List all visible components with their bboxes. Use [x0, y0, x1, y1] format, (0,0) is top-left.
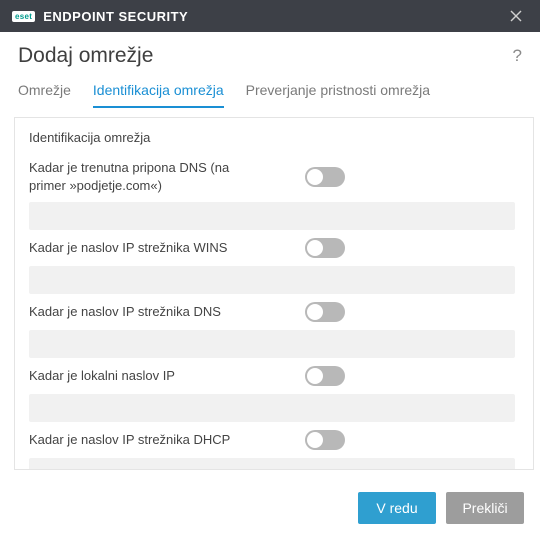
input-dns-suffix[interactable] [29, 202, 515, 230]
input-dns-ip[interactable] [29, 330, 515, 358]
toggle-dhcp-ip[interactable] [305, 430, 345, 450]
tab-network-authentication[interactable]: Preverjanje pristnosti omrežja [246, 76, 430, 108]
row-label: Kadar je trenutna pripona DNS (na primer… [29, 159, 259, 194]
close-icon [510, 10, 522, 22]
toggle-wins-ip[interactable] [305, 238, 345, 258]
row-local-ip: Kadar je lokalni naslov IP [29, 366, 515, 422]
section-title: Identifikacija omrežja [29, 130, 515, 145]
toggle-dns-suffix[interactable] [305, 167, 345, 187]
row-label: Kadar je lokalni naslov IP [29, 367, 175, 385]
row-dns-suffix: Kadar je trenutna pripona DNS (na primer… [29, 159, 515, 230]
dialog-title: Dodaj omrežje [18, 44, 153, 68]
product-name: ENDPOINT SECURITY [43, 9, 188, 24]
row-dhcp-ip: Kadar je naslov IP strežnika DHCP [29, 430, 515, 469]
cancel-button[interactable]: Prekliči [446, 492, 524, 524]
panel-wrap: Identifikacija omrežja Kadar je trenutna… [0, 109, 540, 478]
row-wins-ip: Kadar je naslov IP strežnika WINS [29, 238, 515, 294]
input-local-ip[interactable] [29, 394, 515, 422]
tab-bar: Omrežje Identifikacija omrežja Preverjan… [0, 76, 540, 109]
titlebar: eset ENDPOINT SECURITY [0, 0, 540, 32]
brand-badge: eset [12, 11, 35, 22]
toggle-dns-ip[interactable] [305, 302, 345, 322]
dialog-header: Dodaj omrežje ? [0, 32, 540, 76]
tab-network-identification[interactable]: Identifikacija omrežja [93, 76, 224, 108]
ok-button[interactable]: V redu [358, 492, 436, 524]
dialog-footer: V redu Prekliči [0, 478, 540, 540]
row-label: Kadar je naslov IP strežnika DHCP [29, 431, 230, 449]
settings-panel: Identifikacija omrežja Kadar je trenutna… [14, 117, 534, 470]
input-dhcp-ip[interactable] [29, 458, 515, 469]
row-dns-ip: Kadar je naslov IP strežnika DNS [29, 302, 515, 358]
close-button[interactable] [502, 2, 530, 30]
row-label: Kadar je naslov IP strežnika DNS [29, 303, 221, 321]
help-button[interactable]: ? [513, 46, 522, 66]
row-label: Kadar je naslov IP strežnika WINS [29, 239, 227, 257]
settings-scroll[interactable]: Identifikacija omrežja Kadar je trenutna… [15, 118, 533, 469]
app-window: eset ENDPOINT SECURITY Dodaj omrežje ? O… [0, 0, 540, 540]
tab-network[interactable]: Omrežje [18, 76, 71, 108]
input-wins-ip[interactable] [29, 266, 515, 294]
toggle-local-ip[interactable] [305, 366, 345, 386]
